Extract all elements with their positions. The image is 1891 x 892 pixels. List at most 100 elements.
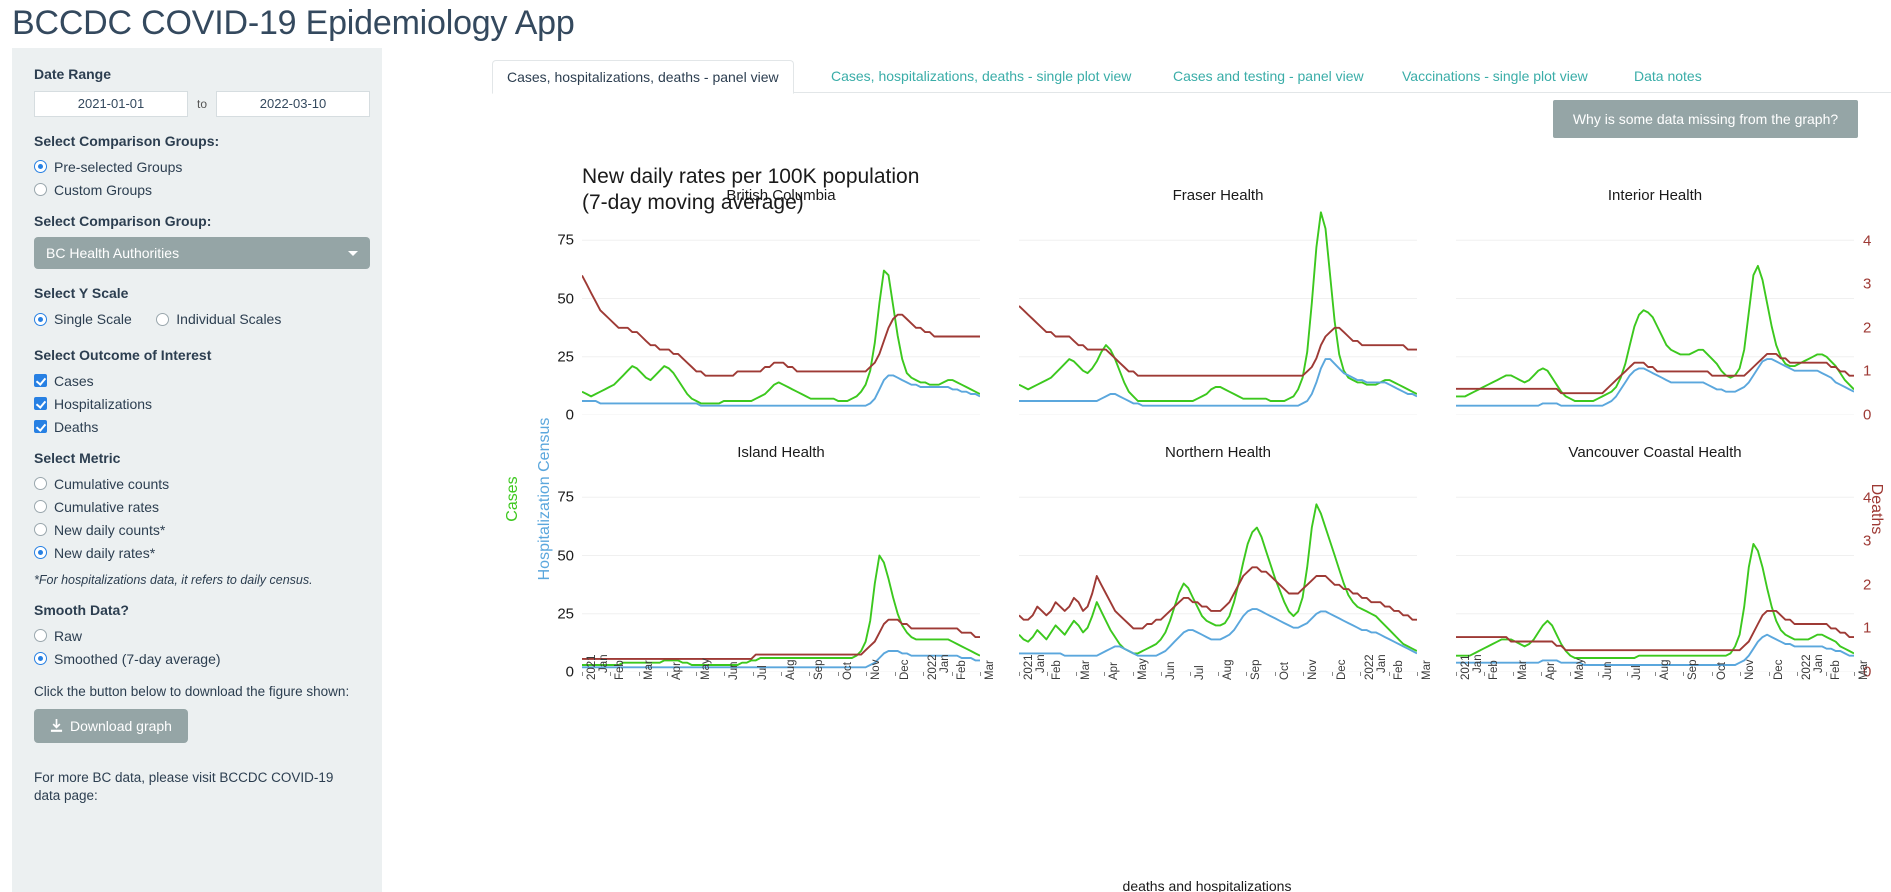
y-axis-tick-label: 75	[557, 488, 574, 506]
date-range-separator: to	[188, 90, 216, 117]
y-axis-tick-label-right: 4	[1863, 489, 1872, 507]
y-axis-tick-label: 75	[557, 231, 574, 249]
metric-label: Select Metric	[34, 449, 121, 466]
radio-cumulative-rates[interactable]: Cumulative rates	[34, 498, 360, 516]
outcome-group: Select Outcome of Interest Cases Hospita…	[34, 347, 360, 436]
y-axis-tick-label: 50	[557, 290, 574, 308]
radio-new-daily-counts[interactable]: New daily counts*	[34, 521, 360, 539]
x-axis-tick-mark	[724, 672, 726, 676]
x-axis-tick-mark	[1456, 672, 1457, 676]
y-scale-options: Single Scale Individual Scales	[34, 310, 360, 333]
x-axis-tick-labels: 2021 Jan Feb Mar Apr May Jun Jul Aug Sep Oct Nov De…	[582, 654, 996, 742]
sidebar: Date Range 2021-01-01 to 2022-03-10 Sele…	[12, 48, 382, 892]
x-axis-tick-mark	[610, 672, 612, 676]
series-line	[582, 554, 980, 666]
tab-cases-and-testing-panel[interactable]: Cases and testing - panel view	[1159, 60, 1378, 93]
page-title: BCCDC COVID-19 Epidemiology App	[12, 4, 575, 42]
y-axis-tick-label-right: 4	[1863, 232, 1872, 250]
radio-cumulative-counts[interactable]: Cumulative counts	[34, 475, 360, 493]
radio-icon	[156, 312, 170, 326]
date-start-input[interactable]: 2021-01-01	[34, 90, 188, 117]
y-axis-tick-label: 25	[557, 348, 574, 366]
select-value: BC Health Authorities	[46, 245, 180, 262]
comparison-group-select[interactable]: BC Health Authorities	[34, 237, 370, 270]
radio-icon	[34, 160, 47, 174]
checkbox-hospitalizations[interactable]: Hospitalizations	[34, 395, 360, 413]
y-axis-tick-label: 0	[565, 406, 574, 424]
panel-plot	[582, 239, 980, 415]
chart-panel-title: Interior Health	[1607, 187, 1703, 204]
x-axis-tick-label: Oct	[1278, 662, 1291, 680]
chart-panel: Northern Health 2021 Jan Feb Mar Apr May Jun Ju…	[1019, 444, 1433, 680]
chart-panel: British Columbia 0 25 50 75	[557, 187, 980, 424]
x-axis-tick-label: Apr	[1108, 662, 1121, 680]
series-line	[1456, 264, 1854, 402]
x-axis-tick-mark	[1303, 672, 1305, 676]
x-axis-tick-mark	[1569, 672, 1571, 676]
chart-panel-title: Island Health	[737, 444, 825, 461]
comparison-groups-group: Select Comparison Groups: Pre-selected G…	[34, 133, 360, 199]
tab-data-notes[interactable]: Data notes	[1620, 60, 1716, 93]
x-axis-tick-label: Nov	[870, 659, 883, 680]
x-axis-tick-mark	[1797, 672, 1799, 676]
date-end-input[interactable]: 2022-03-10	[216, 90, 370, 117]
download-graph-button[interactable]: Download graph	[34, 708, 188, 743]
comparison-group-group: Select Comparison Group: BC Health Autho…	[34, 213, 370, 270]
smooth-group: Smooth Data? Raw Smoothed (7-day average…	[34, 602, 360, 668]
x-axis-tick-mark	[1019, 672, 1020, 676]
chevron-down-icon	[348, 251, 358, 257]
why-data-missing-button[interactable]: Why is some data missing from the graph?	[1553, 100, 1858, 138]
x-axis-tick-label: 2021 Jan	[1023, 654, 1048, 680]
radio-individual-scales[interactable]: Individual Scales	[156, 310, 281, 328]
y-axis-tick-label: 0	[565, 663, 574, 681]
radio-new-daily-rates[interactable]: New daily rates*	[34, 544, 360, 562]
radio-label: Smoothed (7-day average)	[54, 650, 221, 667]
radio-smoothed[interactable]: Smoothed (7-day average)	[34, 650, 360, 668]
x-axis-tick-mark	[1189, 672, 1191, 676]
radio-label: Raw	[54, 627, 83, 644]
y-scale-label: Select Y Scale	[34, 285, 129, 302]
checkbox-deaths[interactable]: Deaths	[34, 418, 360, 436]
tab-cases-hosp-deaths-single[interactable]: Cases, hospitalizations, deaths - single…	[817, 60, 1145, 93]
x-axis-tick-mark	[1331, 672, 1333, 676]
radio-label: Pre-selected Groups	[54, 158, 183, 175]
chart-area: New daily rates per 100K population (7-d…	[492, 150, 1891, 892]
x-axis-tick-mark	[781, 672, 782, 676]
x-axis-tick-label: 2021 Jan	[1460, 654, 1485, 680]
x-axis-tick-mark	[1598, 672, 1600, 676]
x-axis-tick-mark	[667, 672, 669, 676]
series-line	[582, 374, 980, 407]
x-axis-tick-mark	[1683, 672, 1685, 676]
axis-title-cases: Cases	[504, 476, 521, 522]
y-axis-tick-label: 25	[557, 605, 574, 623]
series-line	[1019, 503, 1417, 655]
checkbox-icon	[34, 374, 47, 388]
checkbox-cases[interactable]: Cases	[34, 372, 360, 390]
radio-single-scale[interactable]: Single Scale	[34, 310, 132, 328]
x-axis-tick-label: Mar	[1858, 660, 1870, 680]
tab-bar: Cases, hospitalizations, deaths - panel …	[492, 60, 1891, 94]
x-axis-tick-mark	[1417, 672, 1418, 676]
checkbox-label: Deaths	[54, 418, 99, 435]
x-axis-tick-mark	[695, 672, 697, 676]
x-axis-tick-label: Dec	[1335, 659, 1348, 680]
x-axis-tick-labels: 2021 Jan Feb Mar Apr May Jun Jul Aug Sep Oct Nov De…	[1019, 654, 1433, 742]
radio-icon	[34, 546, 47, 560]
radio-custom-groups[interactable]: Custom Groups	[34, 181, 360, 199]
x-axis-tick-label: Jun	[728, 661, 741, 680]
tab-vaccinations-single[interactable]: Vaccinations - single plot view	[1388, 60, 1602, 93]
chart-panel: Island Health 0 25 50 75 2021 Jan Feb Mar Apr May…	[557, 444, 996, 681]
panel-grid: British Columbia 0 25 50 75 Fraser Health Inte…	[557, 187, 1871, 725]
tab-cases-hosp-deaths-panel[interactable]: Cases, hospitalizations, deaths - panel …	[492, 60, 794, 94]
x-axis-tick-label: Feb	[1392, 660, 1405, 680]
x-axis-tick-mark	[1218, 672, 1219, 676]
radio-raw[interactable]: Raw	[34, 627, 360, 645]
radio-preselected-groups[interactable]: Pre-selected Groups	[34, 158, 360, 176]
x-axis-tick-label: Jul	[756, 665, 769, 680]
x-axis-tick-mark	[1132, 672, 1134, 676]
x-axis-tick-label: Jun	[1165, 661, 1178, 680]
panel-plot	[1019, 211, 1417, 415]
chart-panel-title: British Columbia	[726, 187, 836, 204]
y-axis-tick-label-right: 3	[1863, 532, 1872, 550]
y-axis-tick-label-right: 0	[1863, 406, 1872, 424]
